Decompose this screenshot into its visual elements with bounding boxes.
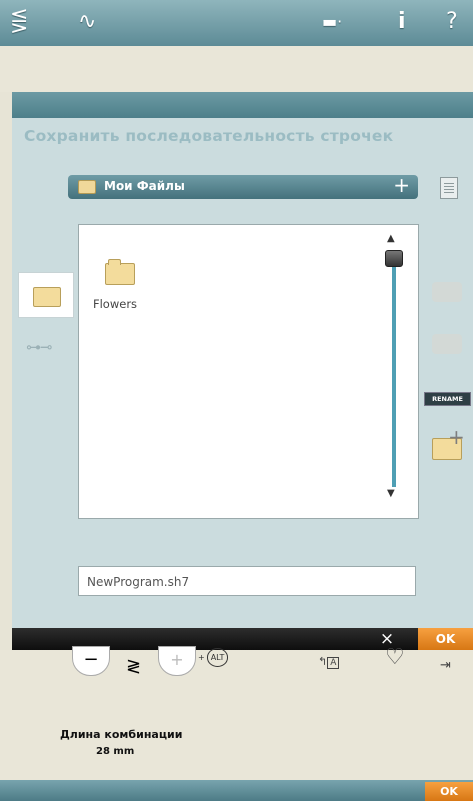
usb-icon[interactable]: ⊶⊸ — [26, 338, 53, 356]
help-icon[interactable]: ? — [446, 7, 458, 37]
folder-icon — [33, 287, 61, 307]
toggle-icon[interactable]: ▬· — [322, 7, 342, 37]
folder-icon[interactable] — [105, 259, 135, 285]
background-strip — [0, 46, 473, 92]
length-value: 28 mm — [96, 746, 135, 757]
save-exit-icon[interactable]: ⇥ — [440, 658, 451, 673]
plus-icon: + — [448, 425, 465, 449]
expand-plus-icon[interactable]: + — [393, 173, 410, 197]
scroll-up-arrow-icon[interactable]: ▲ — [387, 233, 395, 244]
heart-stitch-icon[interactable]: ♡ — [385, 645, 405, 670]
alt-label: ALT — [206, 648, 229, 667]
alt-button[interactable]: + ALT — [198, 648, 229, 667]
scroll-down-arrow-icon[interactable]: ▼ — [387, 488, 395, 499]
dialog-header — [12, 92, 473, 118]
info-icon[interactable]: i — [398, 7, 406, 37]
folder-icon — [78, 180, 96, 194]
file-item-label[interactable]: Flowers — [93, 297, 137, 311]
bottom-bar — [0, 780, 473, 801]
length-label: Длина комбинации — [60, 728, 183, 741]
alt-prefix: + — [198, 653, 205, 662]
ok-button[interactable]: OK — [418, 628, 473, 650]
folder-path-bar[interactable]: Мои Файлы + — [68, 173, 418, 199]
copy-icon[interactable] — [432, 282, 462, 302]
stitch-menu-icon[interactable]: ⋚ — [10, 7, 28, 37]
zigzag-stitch-icon: ≷ — [126, 656, 142, 677]
filename-input[interactable]: NewProgram.sh7 — [78, 566, 416, 596]
dialog-title: Сохранить последовательность строчек — [24, 127, 394, 145]
top-toolbar: ⋚ ∿ ▬· i ? — [0, 0, 473, 47]
bottom-ok-button[interactable]: OK — [425, 782, 473, 801]
scrollbar-thumb[interactable] — [385, 250, 403, 267]
my-files-tab-button[interactable] — [18, 272, 74, 318]
document-icon[interactable] — [440, 177, 458, 199]
folder-path-label: Мои Файлы — [104, 179, 185, 193]
stitch-editor-icon[interactable]: ∿ — [78, 7, 96, 37]
rename-button[interactable]: RENAME — [424, 392, 471, 406]
delete-icon[interactable] — [432, 334, 462, 354]
scrollbar-track[interactable] — [392, 255, 396, 487]
mirror-text-icon[interactable]: ↰ A — [318, 655, 340, 669]
